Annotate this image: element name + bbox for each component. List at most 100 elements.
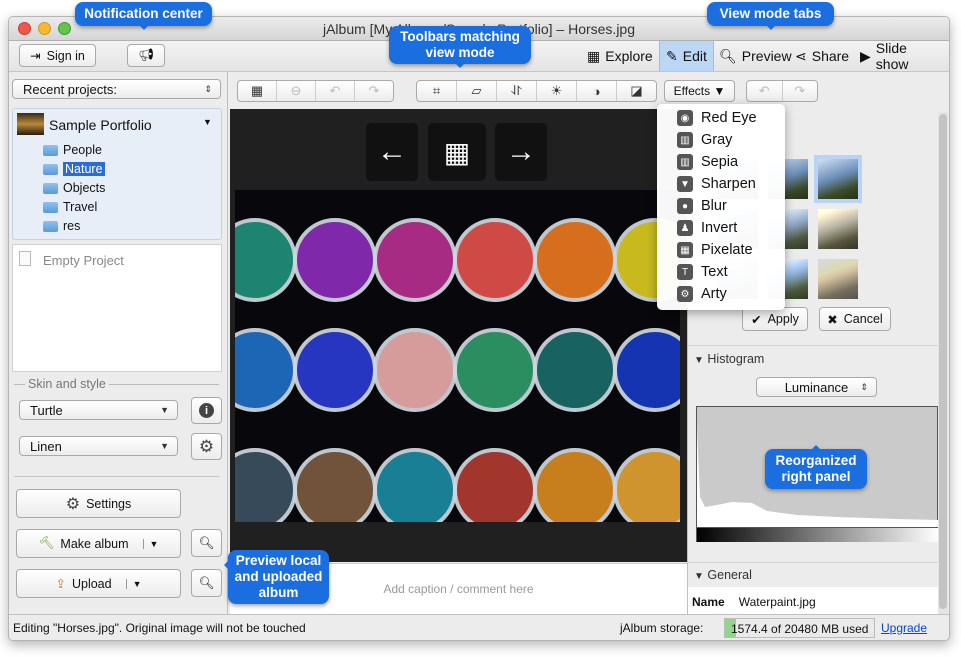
general-name-row: Name Waterpaint.jpg [688,587,938,614]
paint-pan [293,218,377,302]
brightness-icon[interactable]: ☀ [537,81,577,101]
scrollbar[interactable] [938,112,948,614]
name-value: Waterpaint.jpg [738,595,816,609]
folder-travel[interactable]: Travel [43,200,97,214]
chevron-down-icon: ▼ [160,405,169,415]
next-image-button[interactable]: → [495,123,547,181]
delete-icon[interactable]: ⊖ [277,81,316,101]
select-value: Recent projects: [23,81,117,97]
contrast-icon[interactable]: ◑ [577,81,617,101]
effects-menu: ◉ Red Eye ▥ Gray ▥ Sepia ▼ Sharpen ● Blur ♟ Invert ▦… [657,104,785,310]
recent-projects-select[interactable]: Recent projects: ⇕ [12,79,221,99]
folder-objects[interactable]: Objects [43,181,105,195]
paint-pan [235,218,297,302]
folder-label: Nature [63,162,105,176]
folder-nature[interactable]: Nature [43,162,105,176]
section-label: General [707,568,752,582]
chevron-down-icon[interactable]: ▼ [125,578,142,589]
effect-thumbnail[interactable] [814,155,862,203]
paint-pan [373,448,457,522]
triangle-down-icon: ▼ [694,355,704,366]
status-bar: Editing "Horses.jpg". Original image wil… [9,614,949,640]
menu-item-label: Gray [701,132,733,148]
close-button[interactable] [18,22,31,35]
upload-button[interactable]: ⇪ Upload ▼ [16,569,181,598]
button-label: Upload [71,576,112,591]
scrollbar-thumb[interactable] [939,114,947,609]
settings-button[interactable]: ⚙ Settings [16,489,181,518]
tab-label: Edit [682,48,707,64]
storage-label: jAlbum storage: [620,621,704,635]
tab-slide-show[interactable]: ▶ Slide show [854,40,949,72]
document-icon [19,251,31,266]
grid-view-button[interactable]: ▦ [428,123,486,181]
menu-item-red-eye[interactable]: ◉ Red Eye [677,110,757,126]
menu-item-pixelate[interactable]: ▦ Pixelate [677,242,753,258]
menu-item-label: Invert [701,220,738,236]
paint-pan [533,328,617,412]
apply-button[interactable]: ✔ Apply [742,307,808,331]
chevron-down-icon[interactable]: ▼ [142,538,158,549]
notification-button[interactable]: 📢︎ [127,44,165,67]
projects-list: Empty Project [12,244,222,372]
button-label: Settings [86,496,132,511]
tab-share[interactable]: ⋖ Share [789,41,855,71]
tab-preview[interactable]: 🔍︎ Preview [713,41,798,71]
menu-item-invert[interactable]: ♟ Invert [677,220,737,236]
skin-section-label: Skin and style [25,377,109,391]
exposure-icon[interactable]: ◪ [617,81,656,101]
redo-icon[interactable]: ↷ [783,81,818,101]
folder-res[interactable]: res [43,219,80,233]
cancel-button[interactable]: ✖ Cancel [819,307,891,331]
skin-select[interactable]: Turtle ▼ [19,400,178,420]
effect-thumbnail[interactable] [818,209,858,249]
menu-item-gray[interactable]: ▥ Gray [677,132,732,148]
paint-pan [373,218,457,302]
empty-project[interactable]: Empty Project [43,253,124,268]
menu-item-sepia[interactable]: ▥ Sepia [677,154,738,170]
preview-local-button[interactable]: 🔍︎ [191,529,222,557]
drop-icon: ● [677,198,693,214]
effects-button[interactable]: Effects ▼ [664,80,735,102]
make-album-button[interactable]: 🔨︎ Make album ▼ [16,529,181,558]
flip-icon[interactable]: ⥯ [497,81,537,101]
project-tree: Sample Portfolio ▼ People Nature Objects… [12,108,222,240]
menu-item-arty[interactable]: ⚙ Arty [677,286,727,302]
general-header[interactable]: ▼ General [688,568,949,582]
menu-item-blur[interactable]: ● Blur [677,198,727,214]
minimize-button[interactable] [38,22,51,35]
histogram-channel-select[interactable]: Luminance ⇕ [756,377,877,397]
folder-label: People [63,143,102,157]
zoom-button[interactable] [58,22,71,35]
tab-explore[interactable]: ▦ Explore [581,41,659,71]
sign-in-button[interactable]: ⇥ Sign in [19,44,96,67]
preview-uploaded-button[interactable]: 🔍︎ [191,569,222,597]
upload-icon: ⇪ [55,577,66,591]
rotate-left-icon[interactable]: ↶ [316,81,355,101]
crop-icon[interactable]: ⌗ [417,81,457,101]
previous-image-button[interactable]: ← [366,123,418,181]
sharpen-icon: ▼ [677,176,693,192]
rotate-right-icon[interactable]: ↷ [355,81,393,101]
histogram-header[interactable]: ▼ Histogram [688,352,949,366]
tab-edit[interactable]: ✎ Edit [659,41,714,71]
skin-settings-button[interactable]: ⚙ [191,433,222,460]
straighten-icon[interactable]: ▱ [457,81,497,101]
undo-icon[interactable]: ↶ [747,81,783,101]
project-name[interactable]: Sample Portfolio [49,117,152,133]
skin-info-button[interactable]: i [191,397,222,424]
invert-icon: ♟ [677,220,693,236]
edit-toolbar-tools: ⌗ ▱ ⥯ ☀ ◑ ◪ [416,80,657,102]
folder-people[interactable]: People [43,143,102,157]
effect-thumbnail[interactable] [818,259,858,299]
grid-icon[interactable]: ▦ [238,81,277,101]
status-message: Editing "Horses.jpg". Original image wil… [13,621,306,635]
menu-item-text[interactable]: T Text [677,264,728,280]
sign-in-label: Sign in [46,48,85,63]
menu-item-sharpen[interactable]: ▼ Sharpen [677,176,756,192]
paint-pan [235,328,297,412]
style-select[interactable]: Linen ▼ [19,436,178,456]
chevron-down-icon[interactable]: ▼ [203,117,212,127]
folder-icon [43,220,58,232]
upgrade-link[interactable]: Upgrade [881,621,927,635]
